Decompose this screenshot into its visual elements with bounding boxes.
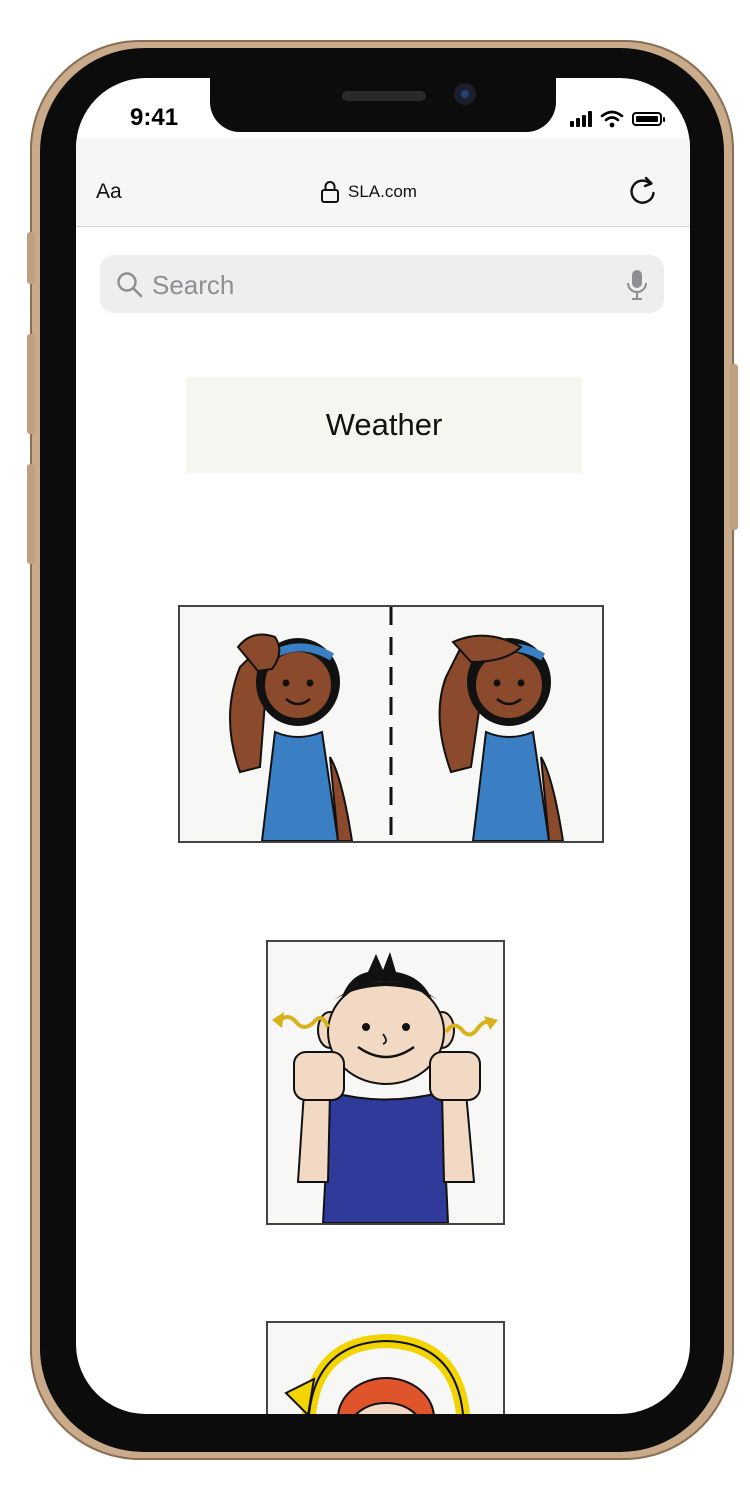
status-time: 9:41 [130, 104, 179, 131]
volume-down-button [27, 464, 35, 564]
text-size-button[interactable]: Aa [96, 180, 122, 204]
wifi-icon [600, 110, 624, 128]
speaker-grille [342, 91, 426, 101]
url-text: SLA.com [348, 182, 417, 201]
browser-address-bar: Aa SLA.com [76, 138, 690, 227]
sign-sun-illustration [178, 605, 604, 843]
sign-rain-illustration [266, 1321, 505, 1414]
power-button [730, 364, 738, 530]
microphone-icon[interactable] [626, 268, 648, 302]
battery-icon [632, 112, 665, 126]
silent-switch [27, 232, 35, 284]
sign-windy-illustration [266, 940, 505, 1225]
lock-icon [321, 181, 339, 203]
front-camera [454, 83, 476, 105]
search-icon [117, 272, 143, 298]
reload-icon[interactable] [628, 174, 658, 206]
two-panel-sign-drawing [180, 607, 602, 841]
page-title: Weather [186, 377, 582, 473]
partial-sign-drawing [268, 1323, 503, 1414]
notch [210, 78, 556, 132]
single-sign-drawing [268, 942, 503, 1223]
search-bar [100, 255, 664, 313]
screen: 9:41 Aa SLA.com Search Weather [76, 78, 690, 1414]
search-input[interactable] [150, 265, 604, 305]
volume-up-button [27, 334, 35, 434]
status-icons [570, 108, 665, 130]
url-field[interactable]: SLA.com [320, 180, 417, 204]
cellular-signal-icon [570, 111, 592, 127]
